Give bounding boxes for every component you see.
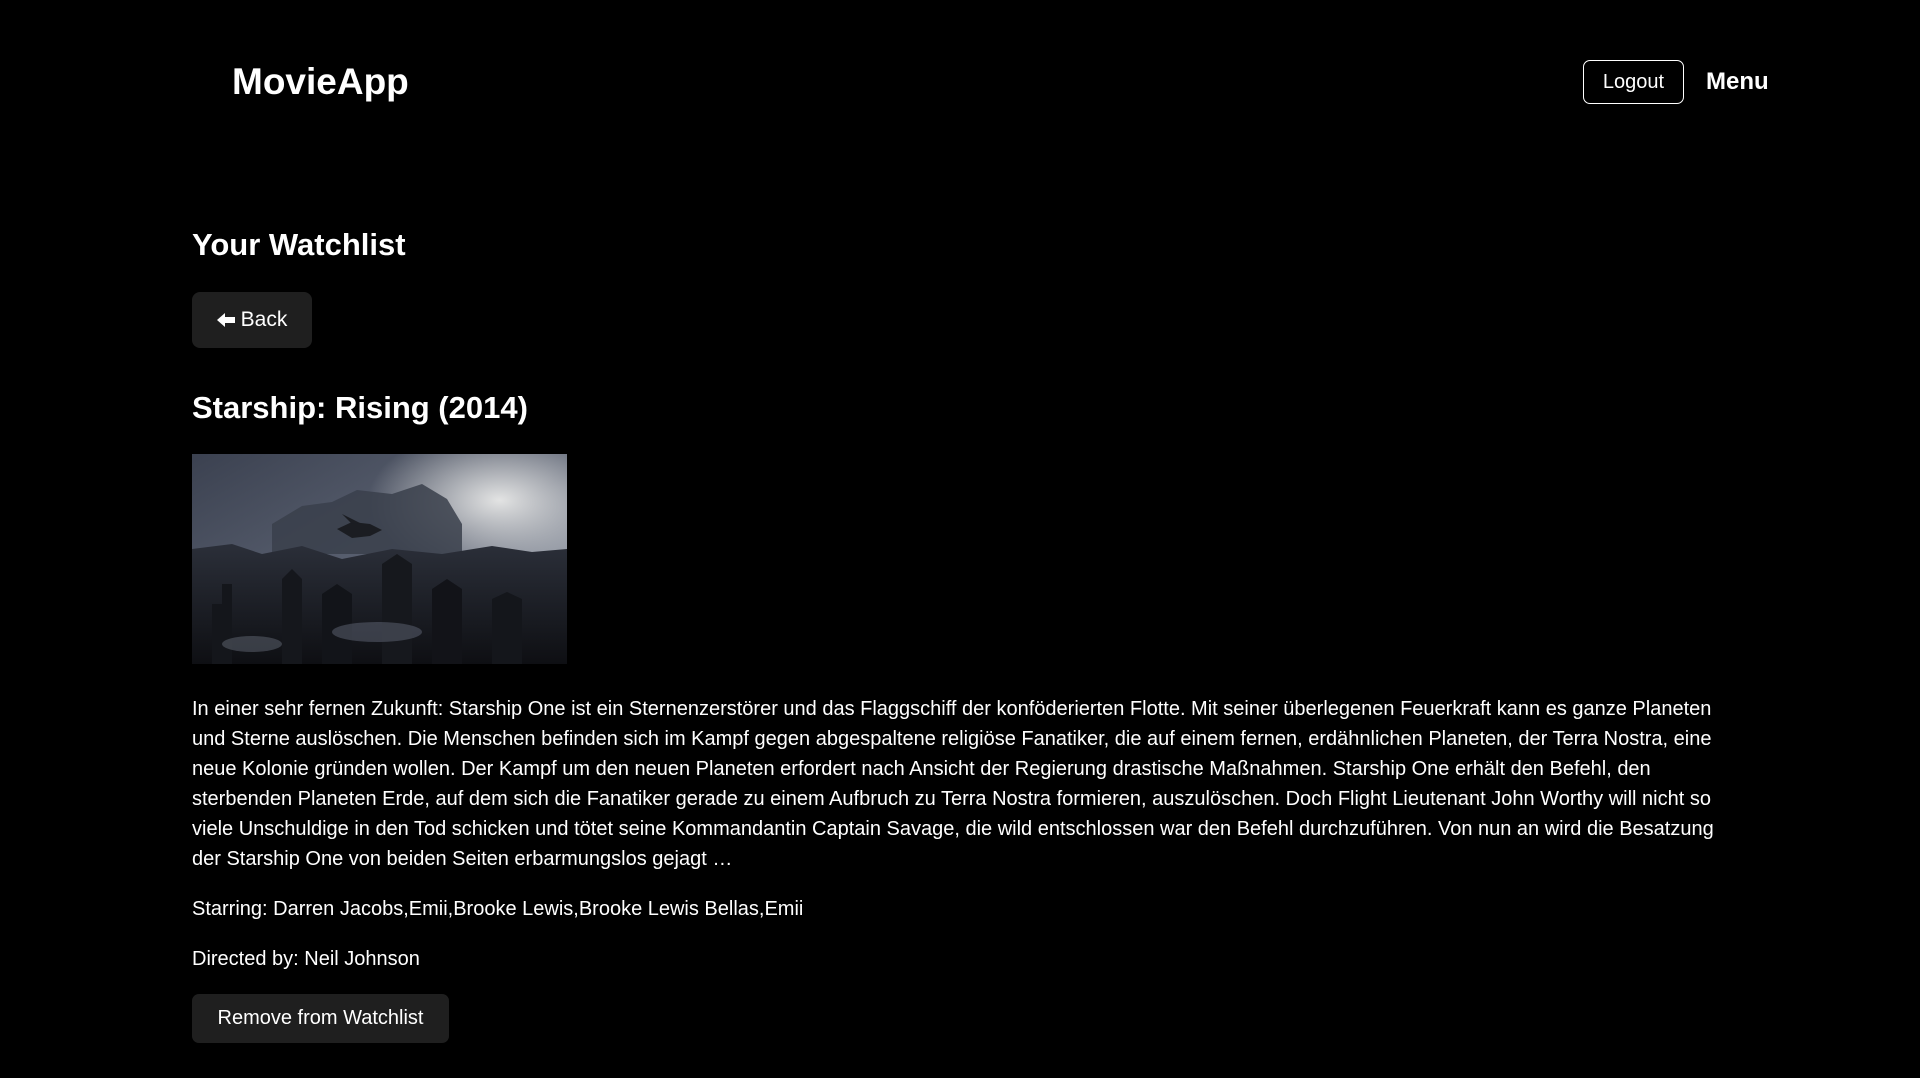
movie-title: Starship: Rising (2014) <box>192 390 528 425</box>
menu-button[interactable]: Menu <box>1706 66 1769 98</box>
top-navbar: MovieApp Logout Menu <box>0 0 1920 165</box>
arrow-left-icon <box>216 312 235 328</box>
watchlist-main: Your Watchlist Back Starship: Rising (20… <box>192 222 1732 1043</box>
movie-poster-image <box>192 454 567 664</box>
movie-starring: Starring: Darren Jacobs,Emii,Brooke Lewi… <box>192 898 804 920</box>
movie-director: Directed by: Neil Johnson <box>192 948 420 970</box>
movie-description: In einer sehr fernen Zukunft: Starship O… <box>192 698 1714 870</box>
app-logo-title[interactable]: MovieApp <box>232 58 409 106</box>
back-button[interactable]: Back <box>192 292 312 348</box>
back-button-label: Back <box>240 308 288 331</box>
logout-button[interactable]: Logout <box>1583 60 1684 104</box>
page-title: Your Watchlist <box>192 227 406 262</box>
remove-from-watchlist-button[interactable]: Remove from Watchlist <box>192 994 449 1043</box>
